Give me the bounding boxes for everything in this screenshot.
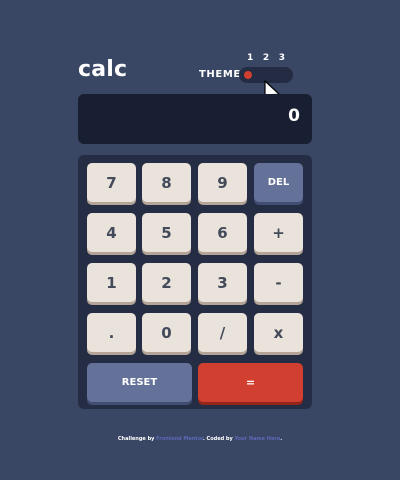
key-6-button[interactable]: 6	[198, 213, 247, 252]
key-7-button[interactable]: 7	[87, 163, 136, 202]
key-decimal-button[interactable]: .	[87, 313, 136, 352]
key-multiply-button[interactable]: x	[254, 313, 303, 352]
keypad: 7 8 9 DEL 4 5 6 +1 2 3-. 0/x RESET =	[78, 155, 312, 409]
key-9-button[interactable]: 9	[198, 163, 247, 202]
key-1-button[interactable]: 1	[87, 263, 136, 302]
app-logo: calc	[78, 57, 128, 82]
key-divide-button[interactable]: /	[198, 313, 247, 352]
theme-numbers: 1 2 3	[239, 53, 293, 65]
attribution-middle: . Coded by	[202, 436, 233, 442]
author-link[interactable]: Your Name Here	[235, 436, 281, 442]
theme-toggle-knob[interactable]	[244, 71, 252, 79]
key-del-button[interactable]: DEL	[254, 163, 303, 202]
theme-number-3: 3	[278, 53, 285, 63]
key-2-button[interactable]: 2	[142, 263, 191, 302]
key-3-button[interactable]: 3	[198, 263, 247, 302]
key-4-button[interactable]: 4	[87, 213, 136, 252]
theme-label: THEME	[199, 69, 241, 80]
key-equals-button[interactable]: =	[198, 363, 303, 402]
attribution-suffix: .	[280, 436, 283, 442]
frontend-mentor-link[interactable]: Frontend Mentor	[156, 436, 203, 442]
key-minus-button[interactable]: -	[254, 263, 303, 302]
calculator-display: 0	[78, 94, 312, 144]
key-8-button[interactable]: 8	[142, 163, 191, 202]
key-5-button[interactable]: 5	[142, 213, 191, 252]
key-0-button[interactable]: 0	[142, 313, 191, 352]
display-value: 0	[288, 106, 300, 126]
attribution: Challenge by Frontend Mentor. Coded by Y…	[0, 436, 400, 442]
theme-number-2: 2	[262, 53, 270, 63]
attribution-prefix: Challenge by	[117, 436, 155, 442]
theme-number-1: 1	[247, 53, 254, 63]
key-reset-button[interactable]: RESET	[87, 363, 192, 402]
key-plus-button[interactable]: +	[254, 213, 303, 252]
